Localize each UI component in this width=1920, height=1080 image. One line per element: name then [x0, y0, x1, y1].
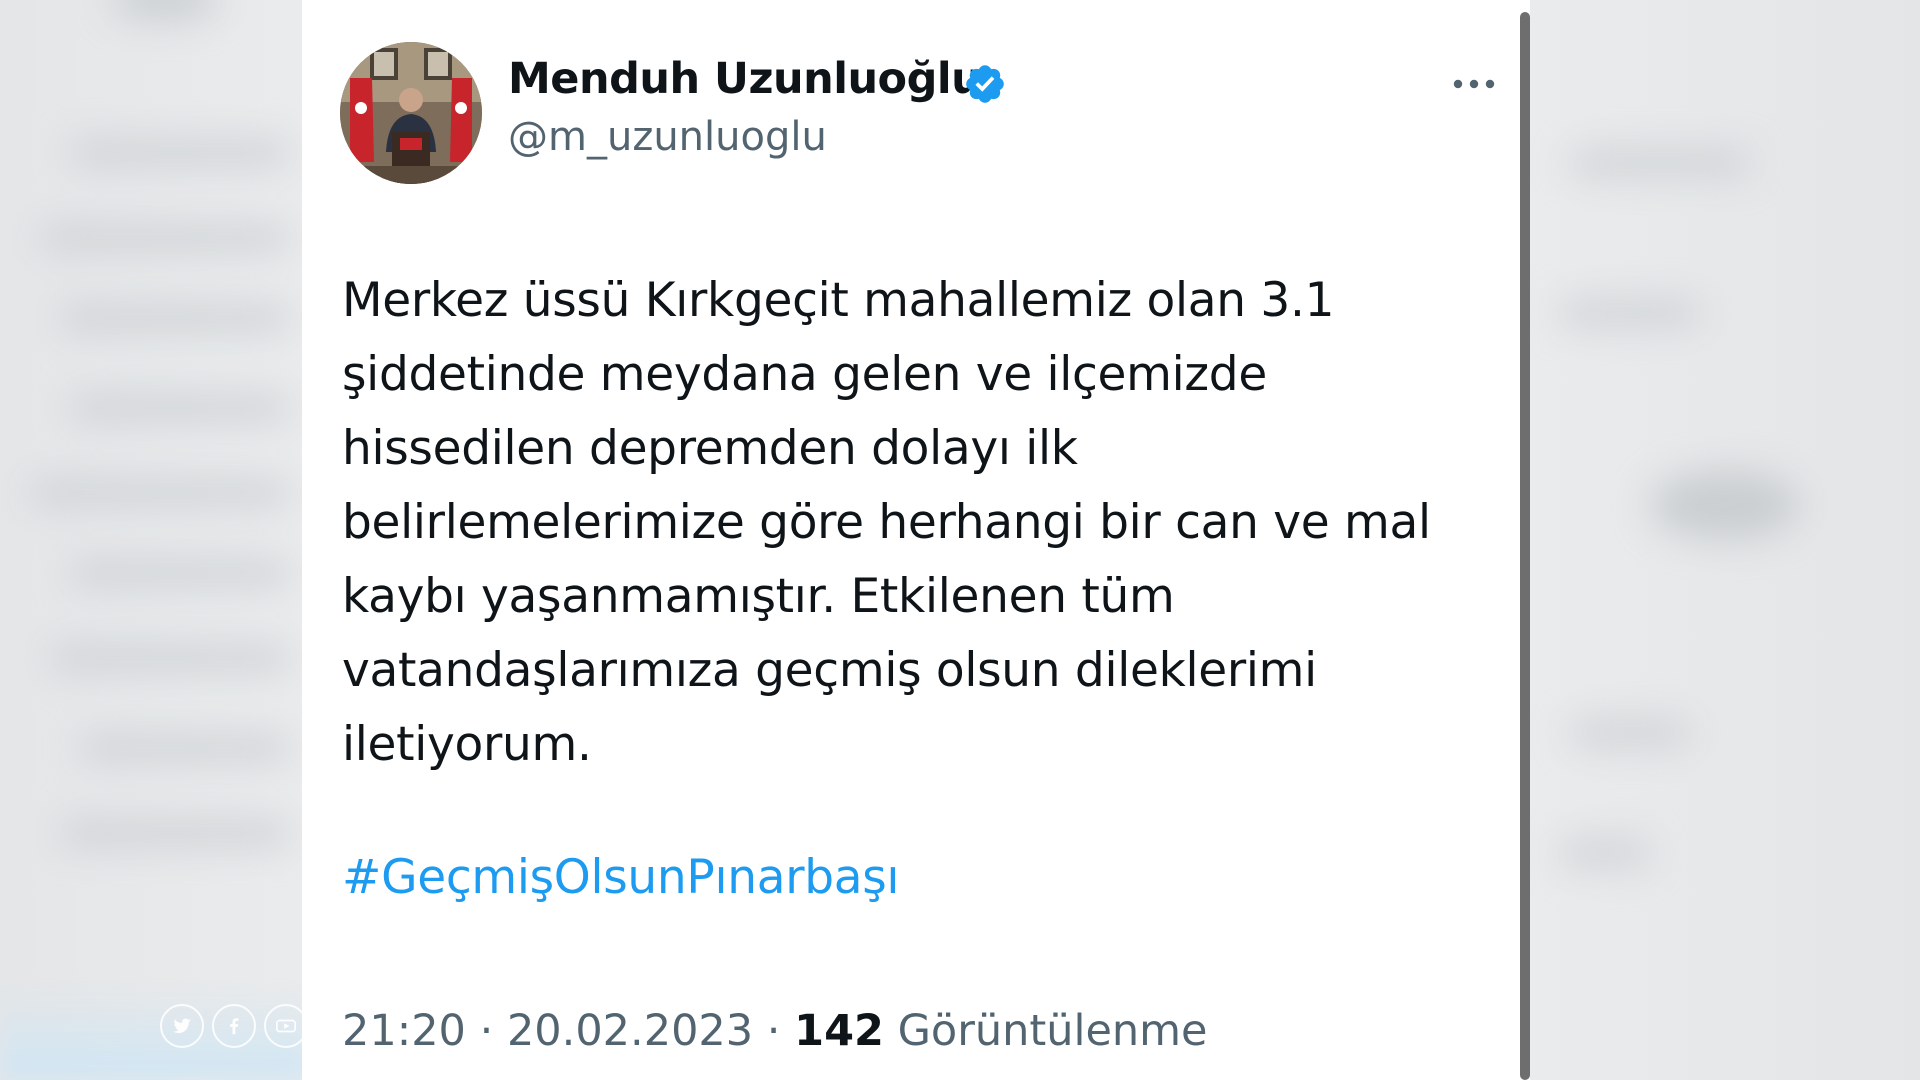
youtube-icon[interactable] [264, 1004, 308, 1048]
avatar-photo [340, 42, 482, 184]
tweet-text-line: iletiyorum. [342, 717, 592, 772]
twitter-bird-glyph [172, 1018, 192, 1034]
meta-separator: · [753, 1006, 795, 1056]
tweet-text-line: kaybı yaşanmamıştır. Etkilenen tüm [342, 569, 1175, 624]
background-left-blur [0, 0, 310, 1080]
display-name[interactable]: Menduh Uzunluoğlu [508, 54, 982, 104]
facebook-f-glyph [230, 1018, 239, 1035]
screenshot-stage: Menduh Uzunluoğlu @m_uzunluoglu Merkez ü… [0, 0, 1920, 1080]
tweet-meta: 21:20 · 20.02.2023 · 142 Görüntülenme [342, 1006, 1208, 1056]
tweet-text: Merkez üssü Kırkgeçit mahallemiz olan 3.… [342, 264, 1482, 782]
scrollbar[interactable] [1520, 12, 1530, 1080]
facebook-icon[interactable] [212, 1004, 256, 1048]
tweet-text-line: hissedilen depremden dolayı ilk [342, 421, 1078, 476]
views-count: 142 [794, 1006, 884, 1056]
tweet-date[interactable]: 20.02.2023 [507, 1006, 753, 1056]
tweet-text-line: şiddetinde meydana gelen ve ilçemizde [342, 347, 1267, 402]
social-share-row [160, 1004, 308, 1048]
user-handle[interactable]: @m_uzunluoglu [508, 114, 827, 160]
avatar[interactable] [340, 42, 482, 184]
hashtag-link[interactable]: #GeçmişOlsunPınarbaşı [342, 850, 900, 905]
background-right-blur [1530, 0, 1920, 1080]
meta-separator: · [465, 1006, 507, 1056]
tweet-time[interactable]: 21:20 [342, 1006, 466, 1056]
tweet-text-line: belirlemelerimize göre herhangi bir can … [342, 495, 1431, 550]
verified-badge-icon [966, 65, 1004, 103]
more-options-icon[interactable] [1450, 72, 1498, 96]
views-label: Görüntülenme [897, 1006, 1208, 1056]
tweet-text-line: vatandaşlarımıza geçmiş olsun dileklerim… [342, 643, 1317, 698]
youtube-play-glyph [276, 1019, 296, 1033]
tweet-text-line: Merkez üssü Kırkgeçit mahallemiz olan 3.… [342, 273, 1335, 328]
twitter-icon[interactable] [160, 1004, 204, 1048]
